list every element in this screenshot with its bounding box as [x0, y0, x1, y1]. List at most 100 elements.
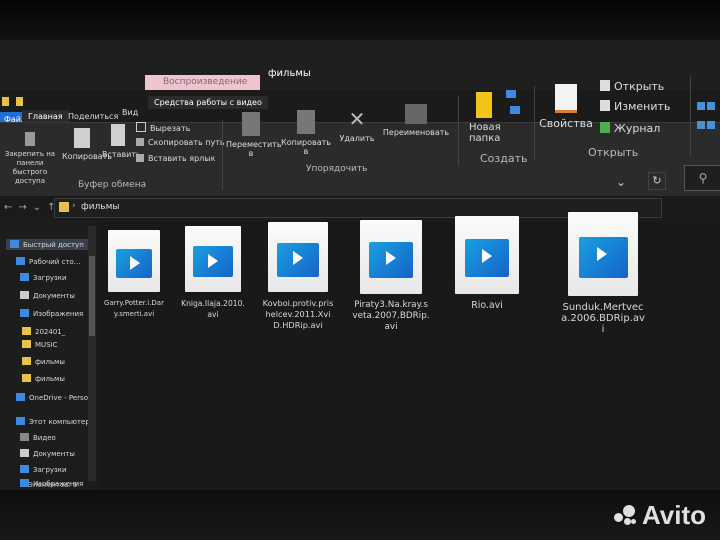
easy-access-icon [510, 106, 520, 114]
sidebar-item[interactable]: 202401_ [22, 327, 65, 336]
refresh-button[interactable]: ↻ [648, 172, 666, 190]
play-icon [464, 239, 510, 277]
file-item[interactable]: Kovboi.protiv.prishelcev.2011.XviD.HDRip… [262, 222, 334, 331]
copy-to-icon [297, 110, 315, 134]
sidebar-item[interactable]: Документы [20, 291, 75, 300]
delete-button[interactable]: ✕ Удалить [338, 108, 376, 143]
sidebar-item-label: Быстрый доступ [23, 241, 84, 249]
video-file-icon [360, 220, 422, 294]
file-item[interactable]: Garry.Potter.i.Dary.smerti.avi [104, 230, 164, 320]
pictures-icon [20, 309, 29, 317]
video-icon [20, 433, 29, 441]
rename-button[interactable]: Переименовать [378, 104, 454, 137]
copy-button[interactable]: Копировать [62, 128, 112, 161]
download-icon [20, 465, 29, 473]
copy-path-button[interactable]: Скопировать путь [136, 138, 225, 147]
file-item[interactable]: Sunduk.Mertveca.2006.BDRip.avi [560, 212, 646, 335]
sidebar-item[interactable]: Загрузки [20, 465, 67, 474]
copy-to-button[interactable]: Копировать в [280, 110, 332, 156]
play-icon [115, 248, 153, 279]
video-file-icon [108, 230, 160, 292]
new-folder-button[interactable]: Новая папка [462, 92, 506, 144]
folder-icon [22, 357, 31, 365]
folder-icon[interactable] [2, 97, 9, 106]
chevron-right-icon: › [72, 201, 76, 211]
properties-button[interactable]: Свойства [538, 84, 594, 130]
open-group-label: Открыть [588, 146, 639, 159]
new-item-button[interactable] [506, 90, 528, 120]
file-item[interactable]: Piraty3.Na.kray.sveta.2007.BDRip.avi [352, 220, 430, 333]
video-file-icon [455, 216, 519, 294]
new-item-icon [506, 90, 516, 98]
clipboard-icon [111, 124, 125, 146]
sidebar-item-label: Изображения [33, 310, 84, 318]
monitor-bezel-bottom [0, 490, 720, 540]
sidebar-item-label: Документы [33, 292, 75, 300]
sidebar-item-label: Видео [33, 434, 56, 442]
sidebar-item[interactable]: Этот компьютер [16, 417, 90, 426]
edit-button[interactable]: Изменить [600, 100, 670, 113]
sidebar-item[interactable]: фильмы [22, 374, 65, 383]
move-to-button[interactable]: Переместить в [226, 112, 282, 158]
paste-shortcut-button[interactable]: Вставить ярлык [136, 154, 215, 163]
folder-icon [59, 202, 69, 212]
sidebar-item[interactable]: Рабочий сто... [16, 257, 80, 266]
paste-button[interactable]: Вставить [102, 124, 141, 159]
sidebar-item[interactable]: Документы [20, 449, 75, 458]
organize-group-label: Упорядочить [306, 164, 368, 174]
sidebar-item[interactable]: Загрузки [20, 273, 67, 282]
navigation-scrollbar[interactable] [88, 226, 96, 481]
sidebar-item[interactable]: Изображения [20, 309, 83, 318]
pin-quick-access-button[interactable]: Закрепить на панели быстрого доступа [0, 132, 60, 186]
properties-icon [555, 84, 577, 113]
file-name: Garry.Potter.i.Dary.smerti.avi [104, 299, 164, 318]
file-name: Kniga.Ilaja.2010.avi [181, 299, 245, 319]
scrollbar-thumb[interactable] [89, 256, 95, 336]
sidebar-item[interactable]: фильмы [22, 357, 65, 366]
open-icon [600, 80, 610, 91]
shortcut-icon [136, 154, 144, 162]
navigation-arrows[interactable]: ←→⌄↑ [4, 202, 62, 213]
monitor-bezel-top [0, 0, 720, 40]
sidebar-item[interactable]: Быстрый доступ [6, 239, 88, 250]
sidebar-item-label: Документы [33, 450, 75, 458]
video-file-icon [568, 212, 638, 296]
watermark-text: Avito [642, 500, 707, 530]
quick-access-toolbar [0, 91, 24, 110]
new-folder-icon [476, 92, 492, 118]
cut-button[interactable]: Вырезать [136, 122, 190, 133]
tab-view[interactable]: Вид [122, 108, 138, 117]
search-icon[interactable]: ⚲ [684, 165, 720, 191]
play-icon [277, 243, 319, 277]
sidebar-item[interactable]: OneDrive - Persor [16, 393, 91, 402]
file-item[interactable]: Rio.avi [452, 216, 522, 311]
tab-share[interactable]: Поделиться [68, 112, 118, 121]
playback-context-label: Воспроизведение [145, 75, 260, 90]
desktop-icon [16, 257, 25, 265]
file-name: Piraty3.Na.kray.sveta.2007.BDRip.avi [352, 300, 430, 332]
tile-icon [707, 121, 715, 129]
tile-icon [707, 102, 715, 110]
document-icon [20, 449, 29, 457]
ribbon-divider [534, 86, 535, 160]
open-button[interactable]: Открыть [600, 80, 664, 93]
select-group-icons[interactable] [696, 96, 716, 134]
properties-quick-icon[interactable] [16, 97, 24, 106]
tab-video-tools[interactable]: Средства работы с видео [148, 96, 268, 109]
sidebar-item[interactable]: MUSIC [22, 340, 58, 349]
play-icon [578, 237, 628, 278]
history-button[interactable]: Журнал [600, 122, 660, 135]
copy-path-icon [136, 138, 144, 146]
folder-icon [22, 327, 31, 335]
sidebar-item-label: Загрузки [33, 466, 67, 474]
tile-icon [697, 121, 705, 129]
address-dropdown-icon[interactable]: ⌄ [616, 175, 626, 189]
move-to-icon [242, 112, 260, 136]
rename-icon [405, 104, 427, 124]
scissors-icon [136, 122, 146, 132]
sidebar-item-label: MUSIC [35, 341, 58, 349]
file-name: Kovboi.protiv.prishelcev.2011.XviD.HDRip… [262, 298, 334, 330]
sidebar-item-label: Загрузки [33, 274, 67, 282]
file-item[interactable]: Kniga.Ilaja.2010.avi [180, 226, 246, 320]
sidebar-item[interactable]: Видео [20, 433, 56, 442]
